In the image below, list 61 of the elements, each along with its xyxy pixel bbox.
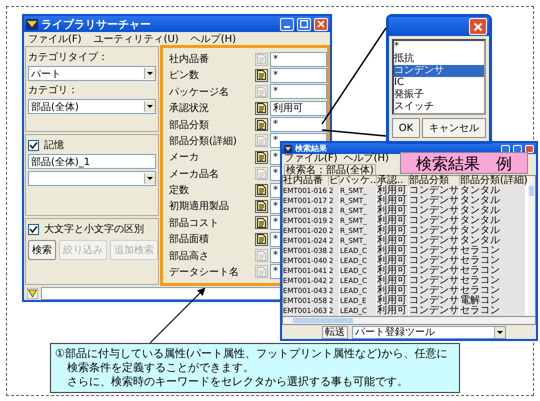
checkbox-label: 大文字と小文字の区別 [44,222,144,236]
field-label: カテゴリタイプ： [28,50,109,64]
table-cell: コンデンサ [409,226,460,236]
attribute-label: メーカ品名 [169,168,220,181]
attribute-label: パッケージ名 [169,86,230,99]
attribute-label: 定数 [169,184,190,197]
attribute-label: 部品分類 [169,118,210,132]
table-cell: セラコン [460,266,526,276]
table-cell: 利用可 [377,246,409,256]
table-cell: セラコン [460,306,526,316]
attribute-label: メーカ [169,151,200,164]
table-cell: コンデンサ [409,286,460,296]
table-cell: 利用可 [377,276,409,286]
table-cell: タンタル [460,216,526,226]
table-cell: コンデンサ [409,236,460,246]
table-cell: 利用可 [377,256,409,266]
table-cell: コンデンサ [409,216,460,226]
table-cell: タンタル [460,206,526,216]
table-cell: タンタル [460,196,526,206]
transfer-label: 転送 [322,326,348,338]
table-cell: 利用可 [377,266,409,276]
callout-note: ①部品に付与している属性(パート属性、フットプリント属性など)から、任意に 検索条件を定義することができます。 さらに、検索時のキーワードをセレクタから選択する事も可能です。 [50,343,460,393]
attribute-label: 部品コスト [169,216,220,230]
table-cell: コンデンサ [409,246,460,256]
table-cell: タンタル [460,186,526,196]
attribute-label: 承認状況 [169,102,210,116]
table-cell: 利用可 [377,186,409,196]
checkbox-label: 記憶 [44,138,64,152]
table-cell: タンタル [460,226,526,236]
attribute-label: 部品分類(詳細) [169,134,238,148]
table-cell: セラコン [460,246,526,256]
table-cell: コンデンサ [409,196,460,206]
table-cell: タンタル [460,236,526,246]
table-cell: セラコン [460,286,526,296]
table-cell: 利用可 [377,286,409,296]
example-label: 検索結果 例 [400,152,528,174]
table-cell: セラコン [460,276,526,286]
attribute-label: 初期適用製品 [169,200,230,214]
table-cell: コンデンサ [409,266,460,276]
window-title: ライブラリサーチャー [41,16,151,32]
table-cell: 利用可 [377,206,409,216]
attribute-label: 社内品番 [169,52,210,66]
table-cell: 利用可 [377,226,409,236]
attribute-label: データシート名 [169,266,240,279]
field-label: カテゴリ： [28,84,79,97]
table-cell: 利用可 [377,296,409,306]
table-cell: コンデンサ [409,186,460,196]
table-cell: コンデンサ [409,306,460,316]
table-cell: コンデンサ [409,276,460,286]
table-cell: 利用可 [377,196,409,206]
table-cell: 利用可 [377,216,409,226]
table-cell: コンデンサ [409,256,460,266]
table-cell: コンデンサ [409,206,460,216]
attribute-label: 部品高さ [169,250,210,262]
table-cell: 利用可 [377,306,409,316]
table-cell: セラコン [460,256,526,266]
table-cell: 利用可 [377,236,409,246]
table-cell: 電解コン [460,296,526,306]
attribute-label: 部品面積 [169,232,210,246]
attribute-label: ピン数 [169,69,200,82]
table-cell: コンデンサ [409,296,460,306]
